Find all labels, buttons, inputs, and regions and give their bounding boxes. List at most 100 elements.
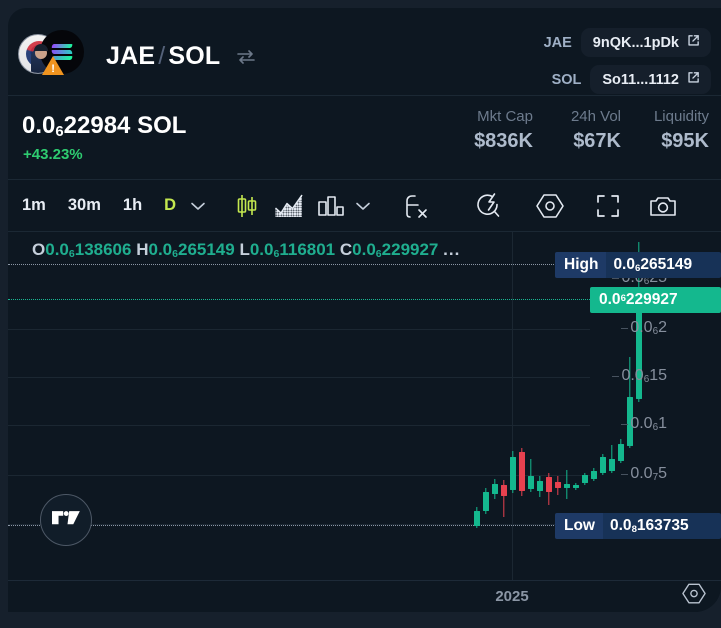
price-rest: 22984 SOL xyxy=(63,112,187,139)
gridline-horizontal xyxy=(8,425,590,426)
address-row-base: JAE 9nQK...1pDk xyxy=(544,28,711,57)
candle-body xyxy=(474,511,480,526)
candlestick xyxy=(555,476,561,495)
address-value-base: 9nQK...1pDk xyxy=(592,34,679,51)
candlestick-icon[interactable] xyxy=(234,192,260,220)
price-chart[interactable]: O0.06138606 H0.06265149 L0.06116801 C0.0… xyxy=(8,232,721,612)
token-avatar: ! xyxy=(18,30,84,78)
candle-body xyxy=(546,477,552,492)
chart-card: ! JAE / SOL JAE 9nQK...1pDk SOL So11...1… xyxy=(8,8,721,612)
candle-body xyxy=(564,484,570,488)
price-change: +43.23% xyxy=(23,146,83,163)
price-line-low xyxy=(8,525,590,526)
bar-chart-icon[interactable] xyxy=(317,194,345,218)
ohlc-legend: O0.06138606 H0.06265149 L0.06116801 C0.0… xyxy=(32,240,460,260)
metric-value: $95K xyxy=(661,130,709,152)
address-pill-quote[interactable]: So11...1112 xyxy=(590,65,711,94)
current-price-badge: 0.0 6 229927 xyxy=(590,287,721,313)
pair-header: ! JAE / SOL JAE 9nQK...1pDk SOL So11...1… xyxy=(8,8,721,96)
warning-exclamation: ! xyxy=(51,63,55,75)
metric-24h-vol: 24h Vol $67K xyxy=(561,108,621,153)
address-label-base: JAE xyxy=(543,34,572,51)
candlestick xyxy=(573,483,579,490)
badge-value: 0.06265149 xyxy=(606,252,721,278)
camera-snapshot-icon[interactable] xyxy=(649,194,677,218)
timeframe-1h[interactable]: 1h xyxy=(117,196,148,215)
ohlc-high-key: H xyxy=(136,240,149,259)
candlestick xyxy=(537,476,543,497)
stats-bar: 0.0622984 SOL +43.23% Mkt Cap $836K 24h … xyxy=(8,96,721,180)
high-price-badge: High 0.06265149 xyxy=(555,252,721,278)
candle-body xyxy=(519,452,525,491)
ohlc-high-prefix: 0.0 xyxy=(148,240,173,259)
candle-body xyxy=(582,475,588,483)
candlestick xyxy=(510,451,516,493)
ohlc-high-sub: 6 xyxy=(172,248,178,261)
ohlc-close-sub: 6 xyxy=(375,248,382,261)
timeframe-30m[interactable]: 30m xyxy=(62,196,107,215)
current-price: 0.0622984 SOL xyxy=(22,112,186,140)
price-prefix: 0.0 xyxy=(22,112,56,139)
metric-value: $67K xyxy=(573,130,621,152)
metric-value: $836K xyxy=(474,130,533,152)
candle-body xyxy=(537,481,543,491)
metric-label: Mkt Cap xyxy=(477,108,533,125)
timeframe-d[interactable]: D xyxy=(158,196,182,215)
candlestick xyxy=(501,480,507,517)
fullscreen-icon[interactable] xyxy=(595,193,621,219)
chart-toolbar: 1m 30m 1h D xyxy=(8,180,721,232)
ohlc-open-rest: 138606 xyxy=(74,240,132,259)
chevron-down-icon[interactable] xyxy=(355,201,371,211)
quick-search-lightning-icon[interactable] xyxy=(475,192,503,220)
candlestick xyxy=(528,459,534,492)
ohlc-low-prefix: 0.0 xyxy=(249,240,274,259)
metric-mkt-cap: Mkt Cap $836K xyxy=(473,108,533,153)
swap-arrows-icon[interactable] xyxy=(237,50,255,64)
badge-tag: High xyxy=(555,252,607,278)
ohlc-low-rest: 116801 xyxy=(279,240,336,259)
metric-label: 24h Vol xyxy=(570,108,621,125)
candlestick xyxy=(582,473,588,485)
metric-liquidity: Liquidity $95K xyxy=(649,108,709,153)
time-axis[interactable]: 2025 xyxy=(8,580,721,612)
candle-body xyxy=(501,485,507,496)
address-pill-base[interactable]: 9nQK...1pDk xyxy=(580,28,711,57)
chevron-down-icon[interactable] xyxy=(190,201,206,211)
external-link-icon[interactable] xyxy=(687,71,700,88)
candle-body xyxy=(492,484,498,494)
gridline-horizontal xyxy=(8,377,590,378)
page-title: JAE / SOL xyxy=(106,42,220,71)
area-chart-icon[interactable] xyxy=(274,193,304,219)
candlestick xyxy=(474,507,480,528)
candlestick xyxy=(483,488,489,514)
price-tick: 0.061 xyxy=(621,415,721,433)
gridline-vertical xyxy=(512,232,513,580)
candle-body xyxy=(573,485,579,488)
price-line-current xyxy=(8,299,590,300)
ohlc-low-sub: 6 xyxy=(273,248,280,261)
low-price-badge: Low 0.08163735 xyxy=(555,513,721,539)
time-tick: 2025 xyxy=(495,588,529,605)
price-tick: 0.0615 xyxy=(612,367,721,385)
address-label-quote: SOL xyxy=(551,71,582,88)
ohlc-low-key: L xyxy=(239,240,250,259)
candle-body xyxy=(510,457,516,490)
base-symbol: JAE xyxy=(106,42,156,70)
tradingview-logo-icon[interactable] xyxy=(40,494,92,546)
address-value-quote: So11...1112 xyxy=(602,71,679,88)
timeframe-1m[interactable]: 1m xyxy=(16,196,52,215)
badge-value: 0.08163735 xyxy=(603,513,721,539)
price-axis[interactable]: 0.06250.0620.06150.0610.075High0.0626514… xyxy=(555,232,721,580)
indicators-fx-icon[interactable] xyxy=(405,192,429,220)
hexagon-target-icon[interactable] xyxy=(535,192,565,220)
quote-symbol: SOL xyxy=(168,42,221,70)
price-tick: 0.075 xyxy=(621,465,721,483)
gridline-horizontal xyxy=(8,475,590,476)
external-link-icon[interactable] xyxy=(687,34,700,51)
ohlc-high-rest: 265149 xyxy=(177,240,235,259)
chart-plot-area[interactable] xyxy=(8,232,642,580)
candlestick xyxy=(492,479,498,499)
metric-label: Liquidity xyxy=(653,108,709,125)
hexagon-target-icon[interactable] xyxy=(681,582,707,608)
address-row-quote: SOL So11...1112 xyxy=(552,65,711,94)
